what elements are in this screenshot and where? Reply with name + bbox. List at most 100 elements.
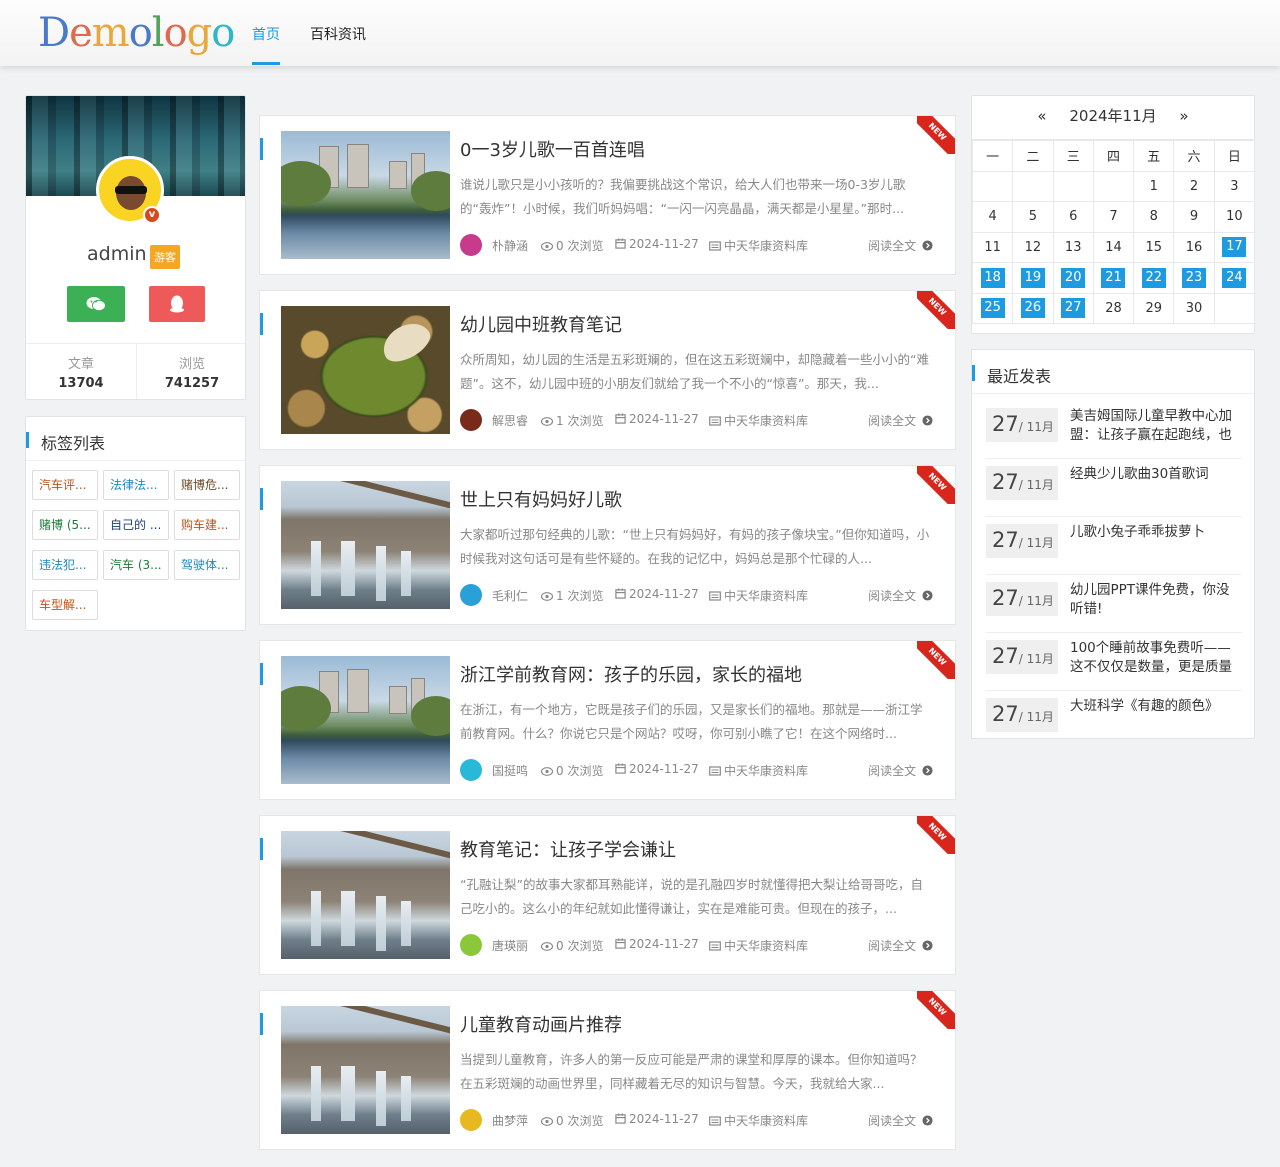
article-title[interactable]: 世上只有妈妈好儿歌 (460, 486, 622, 512)
read-more-link[interactable]: 阅读全文 (868, 412, 936, 429)
title-accent-bar (260, 1013, 263, 1035)
recent-post-title[interactable]: 大班科学《有趣的颜色》 (1070, 697, 1242, 735)
author-name[interactable]: 唐瑛丽 (492, 937, 528, 954)
category-link[interactable]: 中天华康资料库 (724, 1114, 808, 1128)
article-title[interactable]: 幼儿园中班教育笔记 (460, 311, 622, 337)
calendar-empty-cell (1012, 170, 1054, 202)
recent-post-item[interactable]: 27/ 11月 经典少儿歌曲30首歌词 (986, 459, 1242, 517)
calendar-day[interactable]: 19 (1012, 262, 1054, 294)
weekday-header: 一 (971, 140, 1014, 172)
author-name[interactable]: 解思睿 (492, 412, 528, 429)
site-logo[interactable]: Demologo (38, 10, 235, 56)
article-title[interactable]: 教育笔记：让孩子学会谦让 (460, 836, 676, 862)
tag-item[interactable]: 赌博 (5... (32, 510, 98, 540)
article-thumbnail[interactable] (281, 131, 450, 259)
calendar-day[interactable]: 20 (1052, 262, 1094, 294)
article-thumbnail[interactable] (281, 306, 450, 434)
read-more-link[interactable]: 阅读全文 (868, 762, 936, 779)
article-title[interactable]: 浙江学前教育网：孩子的乐园，家长的福地 (460, 661, 802, 687)
qq-button[interactable] (149, 286, 205, 322)
post-date: 2024-11-27 (629, 1112, 699, 1126)
author-name[interactable]: 国挺鸣 (492, 762, 528, 779)
article-card: 浙江学前教育网：孩子的乐园，家长的福地 在浙江，有一个地方，它既是孩子们的乐园，又… (259, 640, 956, 800)
folder-icon (709, 416, 721, 426)
read-more-link[interactable]: 阅读全文 (868, 237, 936, 254)
recent-post-item[interactable]: 27/ 11月 美吉姆国际儿童早教中心加盟：让孩子赢在起跑线，也 (986, 401, 1242, 459)
calendar-day[interactable]: 22 (1133, 262, 1175, 294)
recent-post-title[interactable]: 幼儿园PPT课件免费，你没听错! (1070, 581, 1242, 619)
calendar-day[interactable]: 24 (1213, 262, 1256, 294)
calendar-day: 12 (1012, 231, 1054, 263)
tag-item[interactable]: 车型解... (32, 590, 98, 620)
calendar-day[interactable]: 17 (1213, 231, 1256, 263)
article-thumbnail[interactable] (281, 1006, 450, 1134)
recent-post-date: 27/ 11月 (986, 698, 1058, 732)
calendar-icon (615, 587, 629, 601)
recent-post-title[interactable]: 100个睡前故事免费听——这不仅仅是数量，更是质量 (1070, 639, 1242, 677)
recent-post-title[interactable]: 美吉姆国际儿童早教中心加盟：让孩子赢在起跑线，也 (1070, 407, 1242, 445)
recent-post-item[interactable]: 27/ 11月 100个睡前故事免费听——这不仅仅是数量，更是质量 (986, 633, 1242, 691)
calendar-day[interactable]: 25 (971, 292, 1014, 324)
tag-item[interactable]: 汽车 (3... (103, 550, 169, 580)
folder-icon (709, 1116, 721, 1126)
recent-post-item[interactable]: 27/ 11月 幼儿园PPT课件免费，你没听错! (986, 575, 1242, 633)
tag-item[interactable]: 购车建... (174, 510, 240, 540)
tag-item[interactable]: 法律法... (103, 470, 169, 500)
calendar-day[interactable]: 26 (1012, 292, 1054, 324)
recent-post-item[interactable]: 27/ 11月 大班科学《有趣的颜色》 (986, 691, 1242, 749)
read-more-link[interactable]: 阅读全文 (868, 937, 936, 954)
author-name[interactable]: 曲梦萍 (492, 1112, 528, 1129)
author-avatar-icon[interactable] (460, 409, 482, 431)
article-thumbnail[interactable] (281, 656, 450, 784)
arrow-circle-icon (922, 415, 933, 426)
calendar-day[interactable]: 23 (1173, 262, 1215, 294)
author-avatar-icon[interactable] (460, 934, 482, 956)
new-ribbon: NEW (917, 291, 955, 329)
read-more-link[interactable]: 阅读全文 (868, 587, 936, 604)
category-link[interactable]: 中天华康资料库 (724, 589, 808, 603)
nav-home[interactable]: 首页 (252, 24, 280, 44)
category-link[interactable]: 中天华康资料库 (724, 764, 808, 778)
tag-item[interactable]: 赌博危... (174, 470, 240, 500)
author-avatar-icon[interactable] (460, 1109, 482, 1131)
calendar-day: 9 (1173, 201, 1215, 233)
calendar-day[interactable]: 18 (971, 262, 1014, 294)
tag-item[interactable]: 驾驶体... (174, 550, 240, 580)
calendar-prev-button[interactable]: « (1037, 107, 1046, 125)
article-thumbnail[interactable] (281, 831, 450, 959)
tag-item[interactable]: 违法犯... (32, 550, 98, 580)
article-title[interactable]: 0一3岁儿歌一百首连唱 (460, 136, 645, 162)
category-link[interactable]: 中天华康资料库 (724, 239, 808, 253)
qq-icon (170, 295, 184, 313)
article-excerpt: 大家都听过那句经典的儿歌：“世上只有妈妈好，有妈的孩子像块宝。”但你知道吗，小时… (460, 527, 930, 566)
article-thumbnail[interactable] (281, 481, 450, 609)
calendar-next-button[interactable]: » (1179, 107, 1188, 125)
recent-post-title[interactable]: 儿歌小兔子乖乖拔萝卜 (1070, 523, 1242, 561)
calendar-day: 1 (1133, 170, 1175, 202)
calendar-day: 2 (1173, 170, 1215, 202)
author-avatar-icon[interactable] (460, 234, 482, 256)
tag-list-title: 标签列表 (26, 417, 245, 461)
calendar-day[interactable]: 27 (1052, 292, 1094, 324)
recent-post-item[interactable]: 27/ 11月 儿歌小兔子乖乖拔萝卜 (986, 517, 1242, 575)
author-avatar-icon[interactable] (460, 584, 482, 606)
author-name[interactable]: 朴静涵 (492, 237, 528, 254)
calendar-day: 5 (1012, 201, 1054, 233)
tag-item[interactable]: 自己的 ... (103, 510, 169, 540)
view-count: 0 次浏览 (556, 764, 604, 778)
author-name[interactable]: 毛利仁 (492, 587, 528, 604)
category-link[interactable]: 中天华康资料库 (724, 939, 808, 953)
calendar-header: « 2024年11月 » (972, 96, 1254, 140)
calendar-day[interactable]: 21 (1092, 262, 1135, 294)
article-card: 教育笔记：让孩子学会谦让 “孔融让梨”的故事大家都耳熟能详，说的是孔融四岁时就懂得… (259, 815, 956, 975)
post-date: 2024-11-27 (629, 937, 699, 951)
read-more-link[interactable]: 阅读全文 (868, 1112, 936, 1129)
article-title[interactable]: 儿童教育动画片推荐 (460, 1011, 622, 1037)
nav-encyclopedia[interactable]: 百科资讯 (310, 24, 366, 44)
category-link[interactable]: 中天华康资料库 (724, 414, 808, 428)
author-avatar-icon[interactable] (460, 759, 482, 781)
recent-post-title[interactable]: 经典少儿歌曲30首歌词 (1070, 465, 1242, 503)
new-ribbon: NEW (917, 641, 955, 679)
tag-item[interactable]: 汽车评... (32, 470, 98, 500)
wechat-button[interactable] (67, 286, 125, 322)
